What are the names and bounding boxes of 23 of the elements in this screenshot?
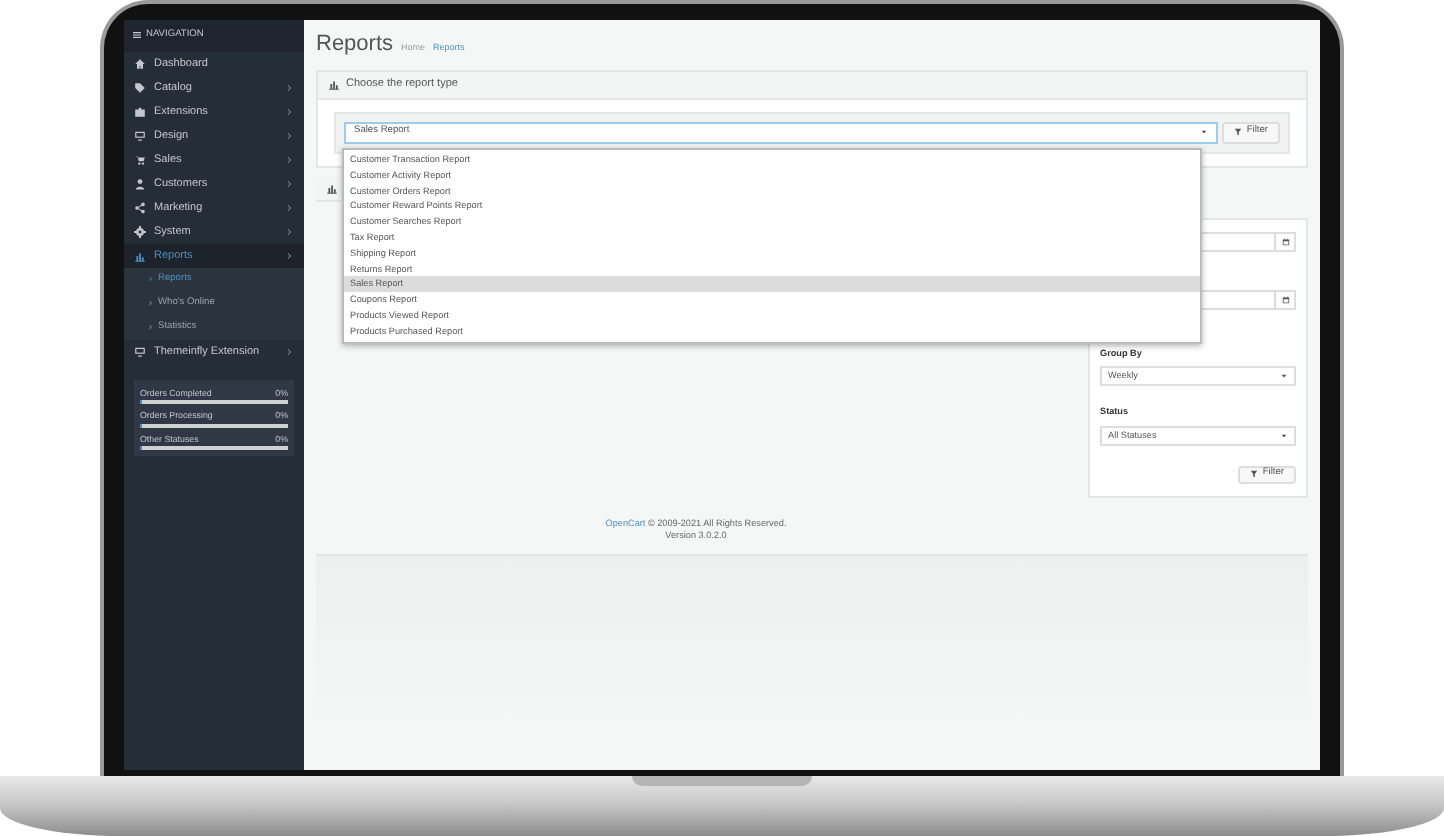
caret-icon: [1200, 128, 1209, 137]
calendar-button[interactable]: [1276, 231, 1296, 252]
filter-icon: [1250, 470, 1259, 479]
calendar-icon: [1281, 295, 1289, 304]
filter-icon: [1234, 128, 1243, 137]
bar-chart-icon: [326, 182, 338, 195]
menu-icon: [132, 30, 142, 41]
page-title: Reports: [316, 32, 394, 60]
bar-chart-icon: [134, 249, 146, 262]
chevron-right-icon: [148, 300, 154, 307]
calendar-button[interactable]: [1276, 289, 1296, 310]
chevron-right-icon: [148, 324, 154, 331]
calendar-icon: [1281, 237, 1289, 246]
home-icon: [134, 57, 146, 70]
share-icon: [134, 201, 146, 214]
monitor-icon: [134, 345, 146, 358]
cart-icon: [134, 153, 146, 166]
person-icon: [134, 177, 146, 190]
bar-chart-icon: [328, 78, 340, 91]
monitor-icon: [134, 129, 146, 142]
chevron-right-icon: [148, 276, 154, 283]
gear-icon: [134, 225, 146, 238]
tag-icon: [134, 81, 146, 94]
